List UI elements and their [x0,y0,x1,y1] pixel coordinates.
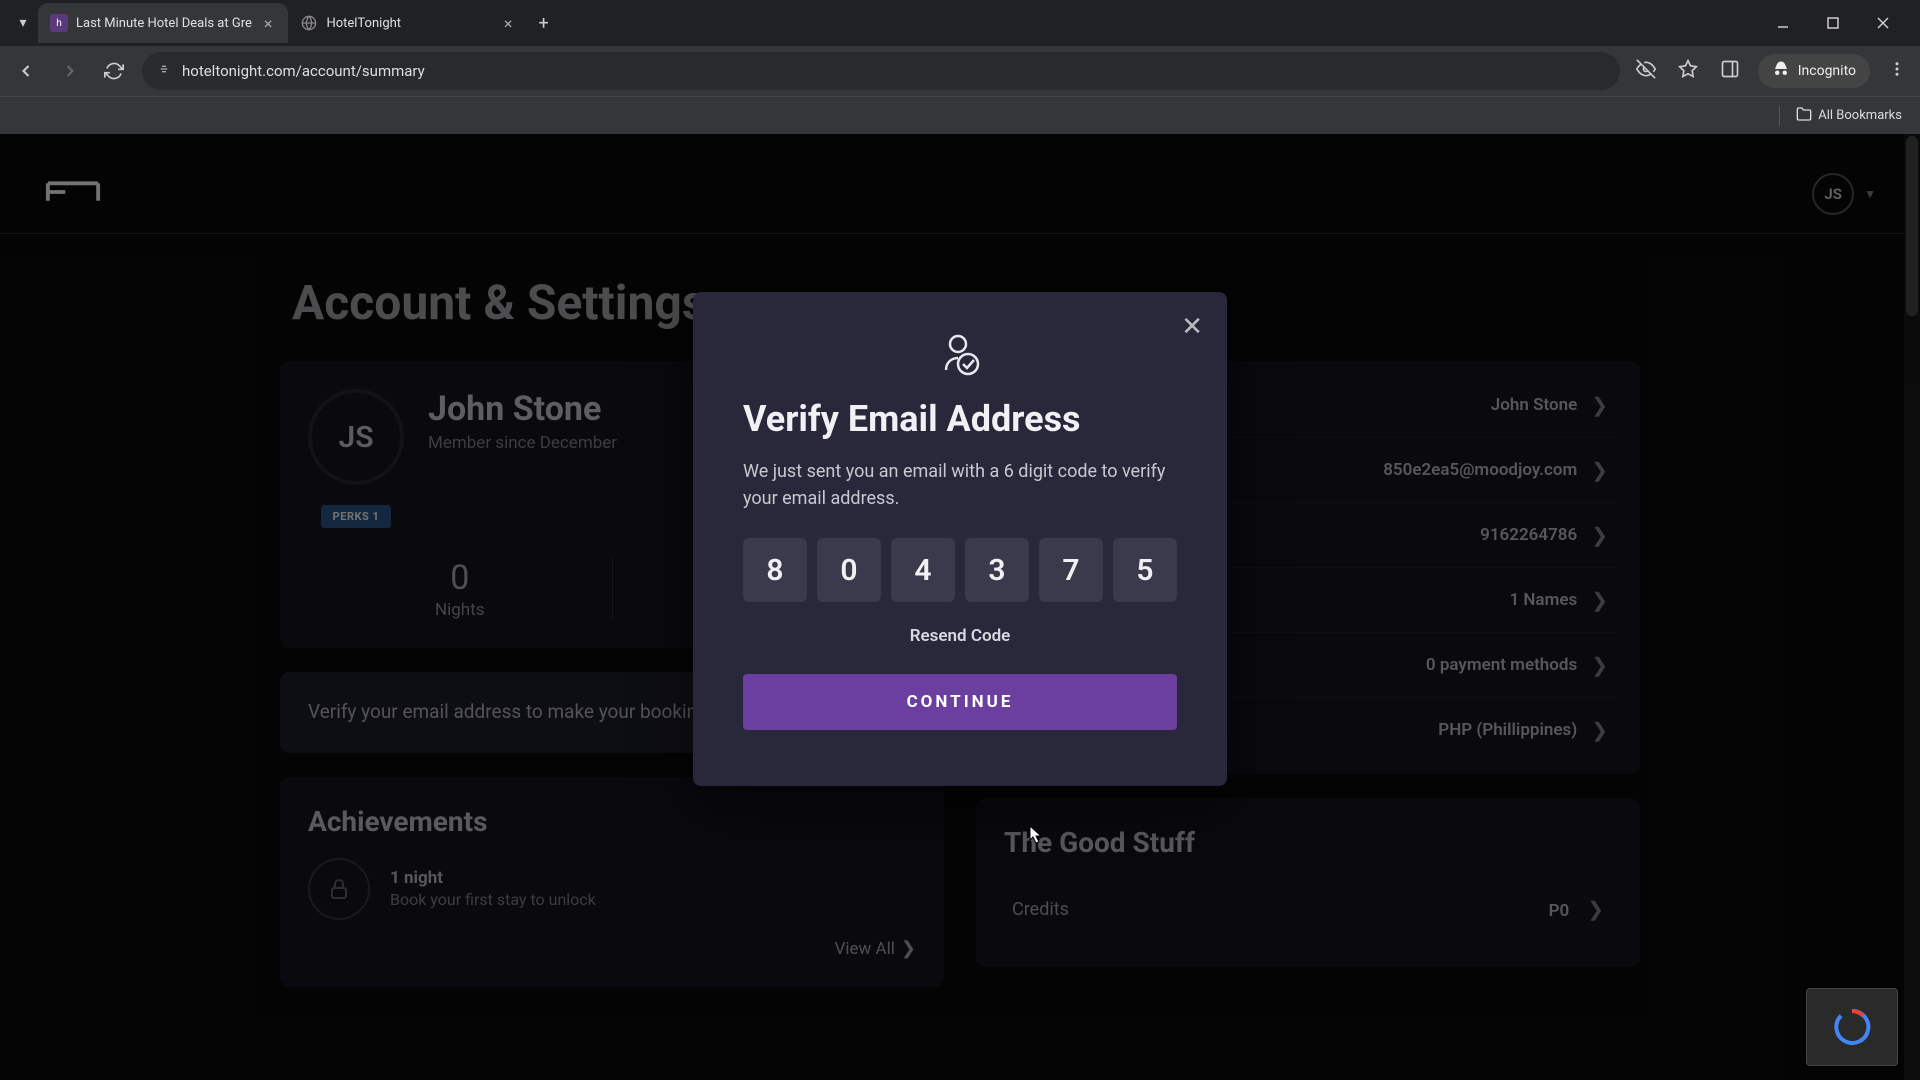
incognito-label: Incognito [1798,63,1856,79]
back-button[interactable] [10,55,42,87]
incognito-icon [1772,60,1790,82]
browser-tab-active[interactable]: h Last Minute Hotel Deals at Gre × [38,3,288,43]
url-text: hoteltonight.com/account/summary [182,62,425,80]
minimize-button[interactable] [1766,10,1800,36]
bookmarks-bar: All Bookmarks [0,96,1920,134]
tab-title: Last Minute Hotel Deals at Gre [76,16,252,31]
user-verified-icon [743,330,1177,378]
code-digit-3[interactable] [891,538,955,602]
new-tab-button[interactable]: + [528,9,558,38]
browser-menu-icon[interactable] [1884,56,1910,87]
address-bar-actions: Incognito [1632,54,1910,88]
site-info-icon[interactable] [156,61,172,81]
close-window-button[interactable] [1866,10,1900,36]
modal-title: Verify Email Address [743,398,1177,440]
eye-off-icon[interactable] [1632,55,1660,88]
code-digit-1[interactable] [743,538,807,602]
verify-email-modal: ✕ Verify Email Address We just sent you … [693,292,1227,786]
favicon-hoteltonight-icon: h [50,14,68,32]
address-bar: hoteltonight.com/account/summary Incogni… [0,46,1920,96]
tab-close-button[interactable]: × [500,12,517,35]
folder-icon [1796,106,1812,126]
window-controls [1766,10,1912,36]
browser-tab[interactable]: HotelTonight × [288,3,528,43]
modal-description: We just sent you an email with a 6 digit… [743,458,1177,512]
tab-search-dropdown[interactable]: ▾ [8,8,38,38]
all-bookmarks-label: All Bookmarks [1818,108,1902,123]
recaptcha-badge[interactable] [1806,988,1898,1066]
forward-button[interactable] [54,55,86,87]
code-digit-2[interactable] [817,538,881,602]
incognito-badge[interactable]: Incognito [1758,54,1870,88]
verification-code-inputs [743,538,1177,602]
url-field[interactable]: hoteltonight.com/account/summary [142,52,1620,90]
separator [1779,106,1780,126]
code-digit-5[interactable] [1039,538,1103,602]
bookmark-star-icon[interactable] [1674,55,1702,88]
resend-code-link[interactable]: Resend Code [743,626,1177,646]
tab-close-button[interactable]: × [260,12,277,35]
tab-bar: ▾ h Last Minute Hotel Deals at Gre × Hot… [0,0,1920,46]
reload-button[interactable] [98,55,130,87]
favicon-globe-icon [300,14,318,32]
all-bookmarks-button[interactable]: All Bookmarks [1796,106,1902,126]
tab-title: HotelTonight [326,16,491,31]
browser-chrome: ▾ h Last Minute Hotel Deals at Gre × Hot… [0,0,1920,134]
continue-button[interactable]: CONTINUE [743,674,1177,730]
code-digit-6[interactable] [1113,538,1177,602]
maximize-button[interactable] [1816,10,1850,36]
side-panel-icon[interactable] [1716,55,1744,88]
modal-close-button[interactable]: ✕ [1181,312,1203,342]
code-digit-4[interactable] [965,538,1029,602]
page-viewport: JS ▼ Account & Settings JS PERKS 1 John … [0,134,1920,1080]
